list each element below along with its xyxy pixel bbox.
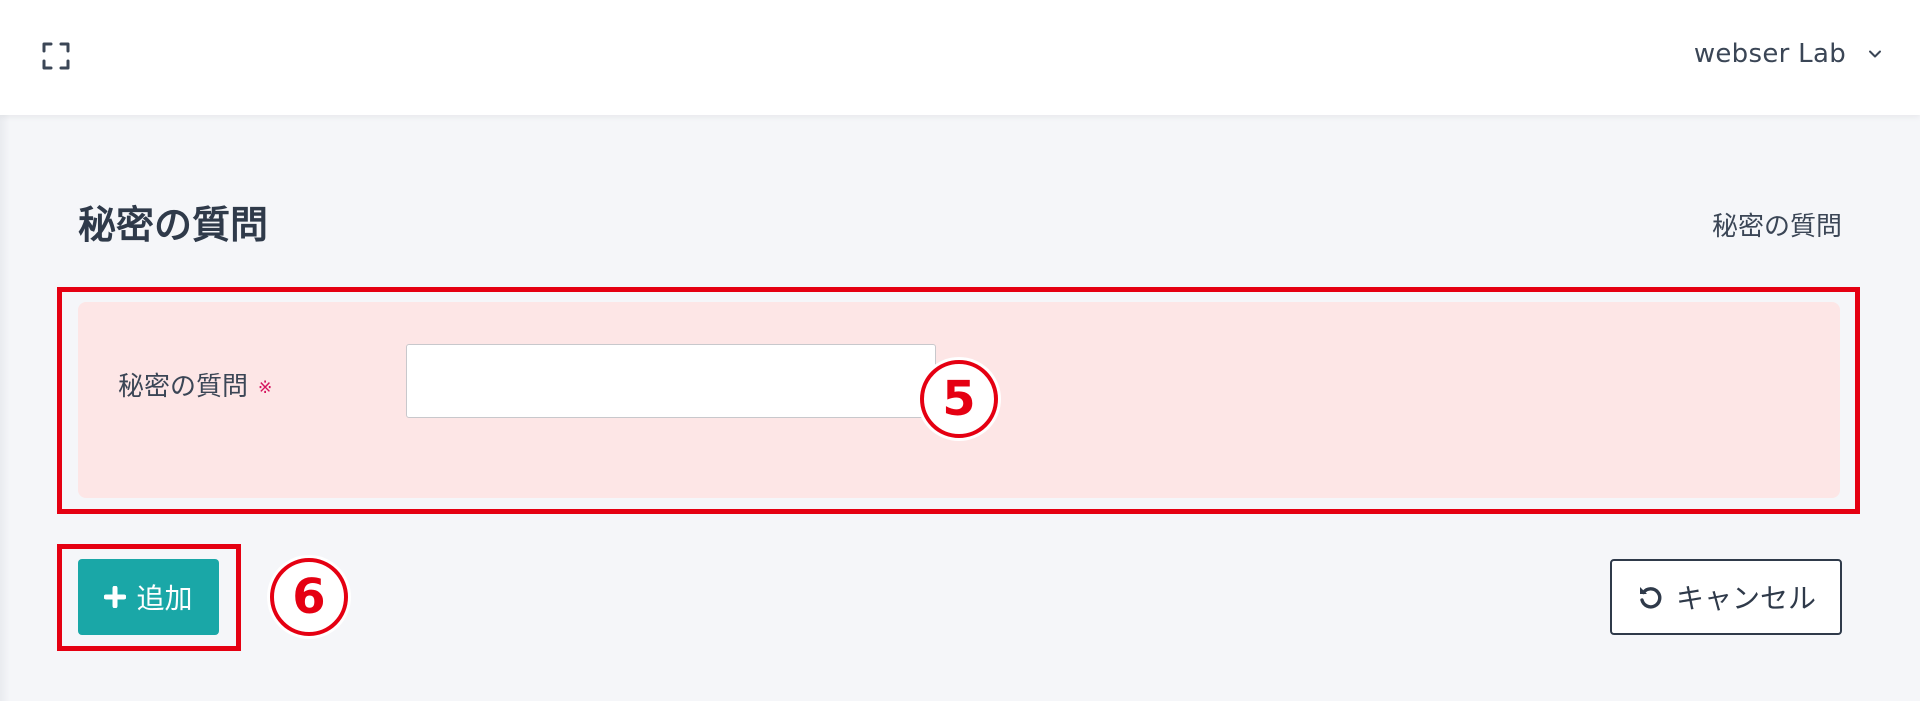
field-label: 秘密の質問 ※ <box>118 366 272 403</box>
secret-question-input[interactable] <box>406 344 936 418</box>
user-menu[interactable]: webser Lab <box>1694 36 1882 72</box>
add-button-label: 追加 <box>136 582 193 615</box>
cancel-button-label: キャンセル <box>1675 582 1816 615</box>
breadcrumb[interactable]: 秘密の質問 <box>1712 206 1842 243</box>
required-mark: ※ <box>258 377 273 398</box>
plus-icon <box>104 586 127 608</box>
cancel-button[interactable]: キャンセル <box>1610 559 1842 635</box>
chevron-down-icon <box>1869 50 1881 58</box>
user-name: webser Lab <box>1693 39 1846 69</box>
top-bar: webser Lab <box>0 0 1920 115</box>
add-button[interactable]: 追加 <box>78 559 219 635</box>
annotation-number-6: 6 <box>270 558 348 636</box>
fullscreen-icon[interactable] <box>42 42 70 70</box>
field-label-text: 秘密の質問 <box>118 372 249 402</box>
page-title: 秘密の質問 <box>78 203 269 247</box>
sidebar-edge <box>0 115 10 701</box>
annotation-number-5: 5 <box>920 360 998 438</box>
undo-icon <box>1639 587 1662 609</box>
